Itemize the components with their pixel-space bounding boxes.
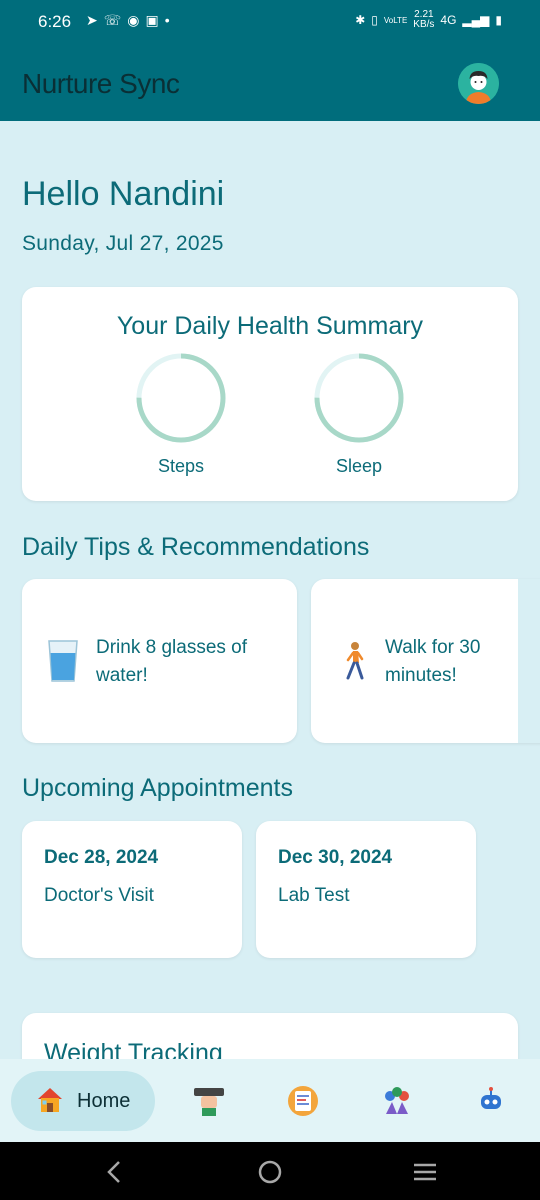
- status-notification-icons: ➤☏◉▣•: [86, 12, 176, 29]
- appointment-type: Lab Test: [278, 885, 350, 906]
- vibrate-icon: ▯: [371, 13, 378, 27]
- appointment-card[interactable]: Dec 28, 2024 Doctor's Visit: [22, 821, 242, 958]
- app-title: Nurture Sync: [22, 68, 180, 99]
- nav-home-label: Home: [77, 1090, 131, 1112]
- dot-icon: •: [164, 12, 176, 28]
- tip-card[interactable]: Drink 8 glasses of water!: [22, 579, 297, 743]
- steps-label: Steps: [157, 456, 205, 476]
- report-icon[interactable]: [286, 1084, 320, 1118]
- battery-icon: ▮: [495, 13, 502, 27]
- home-button-icon[interactable]: [256, 1158, 284, 1186]
- vivo-icon: ▣: [145, 12, 165, 28]
- status-bar: 6:26 ➤☏◉▣• ✱ ▯ VoLTE 2.21 KB/s 4G ▂▄▆ ▮: [0, 0, 540, 44]
- tip-text: Walk for 30 minutes!: [385, 637, 481, 686]
- weight-tracking-title: Weight Tracking: [44, 1039, 223, 1059]
- steps-progress-ring: [136, 353, 226, 443]
- user-avatar-icon[interactable]: [458, 63, 499, 104]
- home-content[interactable]: Hello Nandini Sunday, Jul 27, 2025 Your …: [0, 121, 540, 1059]
- telegram-icon: ➤: [86, 12, 104, 28]
- status-time: 6:26: [38, 12, 72, 31]
- community-icon[interactable]: [380, 1084, 414, 1118]
- fitness-icon[interactable]: [192, 1084, 226, 1118]
- bottom-navigation: Home: [0, 1059, 540, 1142]
- network-type: 4G: [440, 13, 457, 27]
- appointment-date: Dec 28, 2024: [44, 847, 159, 868]
- current-date: Sunday, Jul 27, 2025: [22, 232, 224, 255]
- tips-section-title: Daily Tips & Recommendations: [22, 533, 370, 561]
- appointments-section-title: Upcoming Appointments: [22, 774, 293, 802]
- status-system-icons: ✱ ▯ VoLTE 2.21 KB/s 4G ▂▄▆ ▮: [355, 10, 502, 30]
- tip-text: Drink 8 glasses of water!: [96, 637, 248, 686]
- recents-menu-icon[interactable]: [411, 1158, 439, 1186]
- health-summary-title: Your Daily Health Summary: [116, 312, 424, 340]
- sleep-label: Sleep: [335, 456, 383, 476]
- signal-icon: ▂▄▆: [462, 13, 490, 27]
- tips-scroll-edge: [518, 579, 540, 743]
- speed-unit: KB/s: [413, 19, 435, 30]
- appointment-type: Doctor's Visit: [44, 885, 154, 906]
- weight-tracking-card[interactable]: Weight Tracking: [22, 1013, 518, 1059]
- app-bar: Nurture Sync: [0, 44, 540, 121]
- home-icon: [38, 1088, 62, 1112]
- call-icon: ☏: [103, 12, 128, 28]
- appointment-card[interactable]: Dec 30, 2024 Lab Test: [256, 821, 476, 958]
- tip-card[interactable]: Walk for 30 minutes!: [311, 579, 540, 743]
- back-icon[interactable]: [101, 1158, 129, 1186]
- sleep-progress-ring: [314, 353, 404, 443]
- walking-person-icon: [346, 642, 364, 680]
- health-summary-card[interactable]: Your Daily Health Summary Steps Sleep: [22, 287, 518, 501]
- nav-item-home[interactable]: Home: [11, 1071, 155, 1131]
- greeting-title: Hello Nandini: [22, 175, 225, 213]
- water-glass-icon: [48, 640, 78, 682]
- bot-icon[interactable]: [474, 1084, 508, 1118]
- appointment-date: Dec 30, 2024: [278, 847, 393, 868]
- network-speed: 2.21 KB/s: [413, 10, 434, 30]
- volte-icon: VoLTE: [383, 15, 408, 25]
- bluetooth-icon: ✱: [355, 13, 366, 27]
- app-icon: ◉: [127, 12, 146, 28]
- system-navigation-bar: [0, 1142, 540, 1200]
